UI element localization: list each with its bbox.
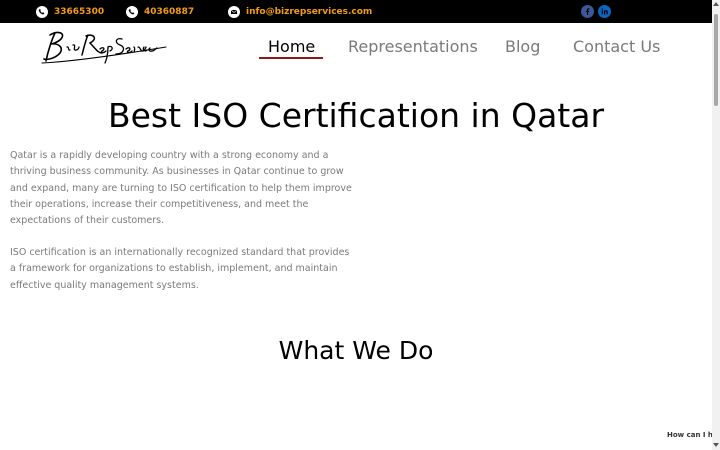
phone-icon [126,5,138,18]
scrollbar-thumb[interactable] [714,14,718,106]
email-address[interactable]: info@bizrepservices.com [246,7,372,17]
phone-number-1[interactable]: 33665300 [54,7,104,17]
email-contact[interactable]: info@bizrepservices.com [228,0,372,23]
site-logo[interactable] [40,27,168,69]
page-title: Best ISO Certification in Qatar [107,96,605,135]
nav-contact-us[interactable]: Contact Us [573,37,660,56]
linkedin-icon[interactable] [598,5,611,18]
phone-contact-1[interactable]: 33665300 [36,0,104,23]
intro-paragraph-1: Qatar is a rapidly developing country wi… [10,150,352,227]
phone-number-2[interactable]: 40360887 [144,7,194,17]
intro-paragraph-2: ISO certification is an internationally … [10,247,350,291]
envelope-icon [228,5,240,18]
nav-blog[interactable]: Blog [505,37,540,56]
section-title-what-we-do: What We Do [278,336,434,365]
phone-contact-2[interactable]: 40360887 [126,0,194,23]
facebook-icon[interactable] [581,5,594,18]
scroll-down-arrow-icon[interactable] [713,443,719,447]
nav-active-underline [259,57,323,59]
phone-icon [36,5,48,18]
nav-representations[interactable]: Representations [348,37,478,56]
scroll-up-arrow-icon[interactable] [713,2,719,6]
nav-home[interactable]: Home [268,37,315,56]
